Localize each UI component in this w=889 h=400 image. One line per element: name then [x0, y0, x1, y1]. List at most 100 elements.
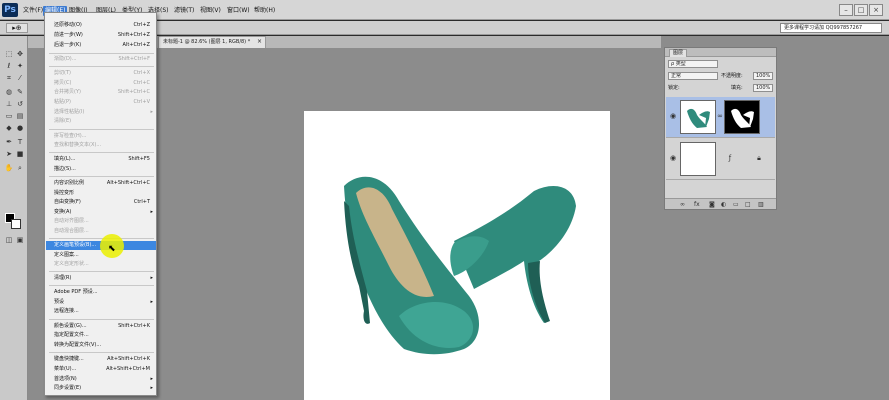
menu-item-content-aware-scale[interactable]: 内容识别比例 Alt+Shift+Ctrl+C: [46, 179, 156, 188]
add-mask-icon[interactable]: ◙: [709, 201, 715, 208]
menu-item-copy-merged[interactable]: 合并拷贝(Y) Shift+Ctrl+C: [46, 88, 156, 97]
menu-item-define-custom-shape[interactable]: 定义自定形状...: [46, 260, 156, 269]
document-tab[interactable]: 未标题-1 @ 82.6% (图层 1, RGB/8) * ×: [158, 36, 266, 48]
adjustment-layer-icon[interactable]: ◐: [721, 201, 726, 208]
path-selection-icon[interactable]: ➤: [4, 150, 14, 159]
menu-item-auto-blend-layers[interactable]: 自动混合图层...: [46, 227, 156, 236]
layer-mask-thumbnail[interactable]: [724, 100, 760, 134]
delete-layer-icon[interactable]: ▥: [758, 201, 764, 208]
layer-style-fx-icon[interactable]: fx: [694, 201, 700, 208]
layer-filter-select[interactable]: ρ 类型: [668, 60, 718, 68]
menu-item-transform[interactable]: 变换(A) ▸: [46, 208, 156, 217]
layer-style-icon: ƒ: [728, 154, 732, 162]
eyedropper-tool-icon[interactable]: ⁄: [15, 74, 25, 83]
shape-tool-icon[interactable]: ■: [15, 150, 25, 159]
type-tool-icon[interactable]: T: [15, 138, 25, 147]
layer-thumbnail: [680, 100, 716, 134]
hand-tool-icon[interactable]: ✋: [4, 164, 14, 173]
layer-row-shoe[interactable]: ◉ ∞: [666, 97, 775, 138]
minimize-button[interactable]: –: [839, 4, 853, 16]
menu-help[interactable]: 帮助(H): [252, 6, 277, 16]
lock-label: 锁定:: [668, 85, 680, 91]
menu-separator: [49, 319, 154, 320]
menu-item-paste[interactable]: 粘贴(P) Ctrl+V: [46, 98, 156, 107]
close-window-button[interactable]: ×: [869, 4, 883, 16]
menu-item-puppet-warp[interactable]: 操控变形: [46, 189, 156, 198]
visibility-eye-icon[interactable]: ◉: [670, 112, 676, 120]
menu-item-purge[interactable]: 清理(R) ▸: [46, 274, 156, 283]
menu-file[interactable]: 文件(F): [21, 6, 45, 16]
document-canvas[interactable]: [304, 111, 610, 400]
edit-menu-dropdown: 还原移动(O) Ctrl+Z 前进一步(W) Shift+Ctrl+Z 后退一步(K…: [44, 12, 157, 396]
layer-row-background[interactable]: ◉ ƒ 🔒︎: [666, 139, 775, 180]
menu-item-find-replace[interactable]: 查找和替换文本(X)...: [46, 141, 156, 150]
fill-input[interactable]: 100%: [753, 84, 773, 92]
tools-panel: ⬚ ✥ ℓ ✦ ⌗ ⁄ ◍ ✎ ⊥ ↺ ▭ ▤ ◆ ● ✒ T ➤ ■ ✋ ⌕ …: [0, 36, 28, 400]
menu-view[interactable]: 视图(V): [198, 6, 223, 16]
dodge-tool-icon[interactable]: ●: [15, 124, 25, 133]
menu-item-paste-special[interactable]: 选择性粘贴(I) ▸: [46, 108, 156, 117]
menu-item-color-settings[interactable]: 颜色设置(G)... Shift+Ctrl+K: [46, 322, 156, 331]
document-tab-title: 未标题-1 @ 82.6% (图层 1, RGB/8) *: [163, 39, 251, 45]
menu-item-stroke[interactable]: 描边(S)...: [46, 165, 156, 174]
menu-window[interactable]: 窗口(W): [225, 6, 252, 16]
brush-tool-icon[interactable]: ✎: [15, 88, 25, 97]
menu-item-remote-connections[interactable]: 远程连接...: [46, 307, 156, 316]
menu-item-free-transform[interactable]: 自由变换(F) Ctrl+T: [46, 198, 156, 207]
history-brush-icon[interactable]: ↺: [15, 100, 25, 109]
menu-separator: [49, 176, 154, 177]
menu-filter[interactable]: 滤镜(T): [172, 6, 196, 16]
clone-stamp-icon[interactable]: ⊥: [4, 100, 14, 109]
lasso-tool-icon[interactable]: ℓ: [4, 62, 14, 71]
menu-item-undo-move[interactable]: 还原移动(O) Ctrl+Z: [46, 21, 156, 30]
menu-item-spell-check[interactable]: 拼写检查(H)...: [46, 132, 156, 141]
menu-item-pdf-presets[interactable]: Adobe PDF 预设...: [46, 288, 156, 297]
opacity-input[interactable]: 100%: [753, 72, 773, 80]
quick-mask-icon[interactable]: ◫: [4, 236, 14, 245]
marquee-tool-icon[interactable]: ⬚: [4, 50, 14, 59]
menu-item-preferences[interactable]: 首选项(N) ▸: [46, 375, 156, 384]
menu-item-assign-profile[interactable]: 指定配置文件...: [46, 331, 156, 340]
screen-mode-icon[interactable]: ▣: [15, 236, 25, 245]
menu-item-menus[interactable]: 菜单(U)... Alt+Shift+Ctrl+M: [46, 365, 156, 374]
menu-item-step-backward[interactable]: 后退一步(K) Alt+Ctrl+Z: [46, 41, 156, 50]
move-tool-icon[interactable]: ✥: [15, 50, 25, 59]
menu-item-convert-to-profile[interactable]: 转换为配置文件(V)...: [46, 341, 156, 350]
visibility-eye-icon[interactable]: ◉: [670, 154, 676, 162]
menu-item-sync-settings[interactable]: 同步设置(E) ▸: [46, 384, 156, 393]
magic-wand-tool-icon[interactable]: ✦: [15, 62, 25, 71]
shoe-image: [344, 176, 576, 355]
link-layers-icon[interactable]: ∞: [680, 201, 685, 208]
mask-link-icon[interactable]: ∞: [717, 112, 723, 121]
blur-tool-icon[interactable]: ◆: [4, 124, 14, 133]
menu-item-copy[interactable]: 拷贝(C) Ctrl+C: [46, 79, 156, 88]
menu-separator: [49, 152, 154, 153]
menu-item-clear[interactable]: 清除(E): [46, 117, 156, 126]
lock-icon: 🔒︎: [757, 154, 761, 162]
background-color-swatch[interactable]: [11, 219, 21, 229]
healing-brush-icon[interactable]: ◍: [4, 88, 14, 97]
menu-item-fade[interactable]: 渐隐(D)... Shift+Ctrl+F: [46, 55, 156, 64]
crop-tool-icon[interactable]: ⌗: [4, 74, 14, 83]
new-group-icon[interactable]: ▭: [733, 201, 739, 208]
menu-item-step-forward[interactable]: 前进一步(W) Shift+Ctrl+Z: [46, 31, 156, 40]
menu-separator: [49, 285, 154, 286]
layers-tab[interactable]: 图层: [669, 49, 688, 57]
menu-separator: [49, 53, 154, 54]
gradient-tool-icon[interactable]: ▤: [15, 112, 25, 121]
new-layer-icon[interactable]: □: [745, 201, 751, 208]
zoom-tool-icon[interactable]: ⌕: [15, 164, 25, 173]
eraser-tool-icon[interactable]: ▭: [4, 112, 14, 121]
maximize-button[interactable]: □: [854, 4, 868, 16]
blend-mode-select[interactable]: 正常: [668, 72, 718, 80]
menu-separator: [49, 129, 154, 130]
close-tab-icon[interactable]: ×: [257, 37, 262, 47]
pen-tool-icon[interactable]: ✒: [4, 138, 14, 147]
menu-item-fill[interactable]: 填充(L)... Shift+F5: [46, 155, 156, 164]
move-tool-preset-icon[interactable]: ▸⊕: [6, 23, 28, 33]
menu-item-presets[interactable]: 预设 ▸: [46, 298, 156, 307]
menu-item-cut[interactable]: 剪切(T) Ctrl+X: [46, 69, 156, 78]
workspace-switcher[interactable]: 更多课程学习请加 QQ997857267: [780, 23, 882, 33]
menu-item-auto-align-layers[interactable]: 自动对齐图层...: [46, 217, 156, 226]
menu-item-keyboard-shortcuts[interactable]: 键盘快捷键... Alt+Shift+Ctrl+K: [46, 355, 156, 364]
